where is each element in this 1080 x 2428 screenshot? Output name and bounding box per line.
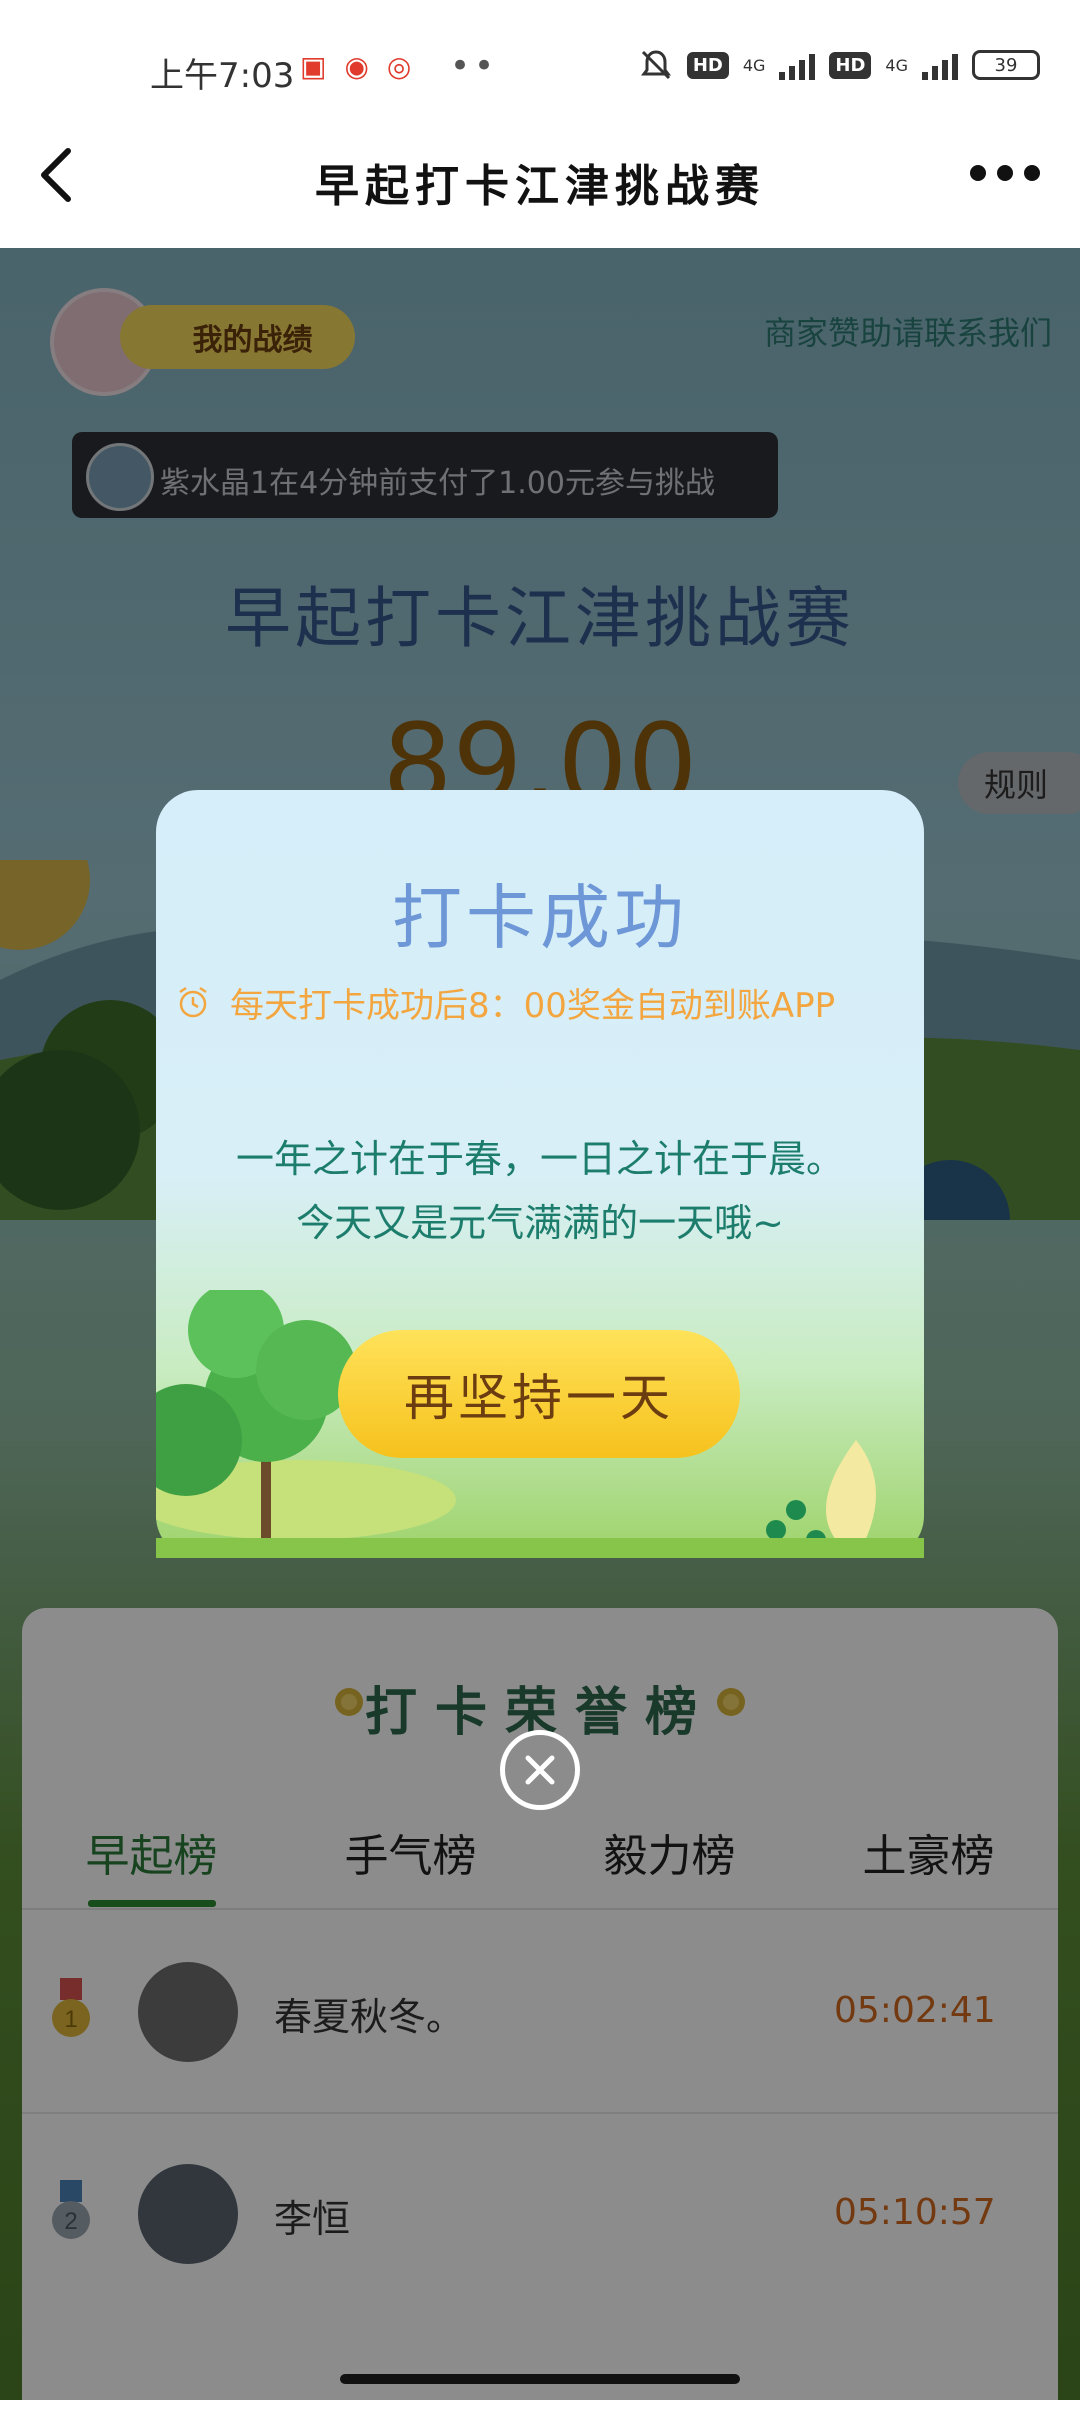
notification-icons: ▣ ◉ ◎ bbox=[300, 50, 411, 83]
hd-badge-2: HD bbox=[829, 51, 872, 79]
signal-icon-2 bbox=[922, 50, 958, 80]
status-time: 上午7:03 bbox=[150, 56, 295, 96]
alarm-clock-icon bbox=[179, 986, 207, 1018]
quote-line-1: 一年之计在于春，一日之计在于晨。 bbox=[235, 1137, 844, 1181]
status-right-icons: HD 4G HD 4G 39 bbox=[639, 48, 1040, 82]
more-horizontal-icon[interactable] bbox=[970, 158, 1040, 188]
app-notification-icon: ◉ bbox=[344, 50, 369, 83]
hd-badge-1: HD bbox=[686, 51, 729, 79]
payout-tip: 每天打卡成功后8：00奖金自动到账APP bbox=[230, 986, 836, 1026]
keep-going-button[interactable]: 再坚持一天 bbox=[338, 1330, 740, 1458]
app-notification-icon: ◎ bbox=[386, 50, 412, 83]
close-x-glyph bbox=[525, 1755, 555, 1785]
home-indicator[interactable] bbox=[340, 2374, 740, 2384]
battery-icon: 39 bbox=[972, 50, 1040, 80]
battery-level: 39 bbox=[994, 54, 1018, 76]
mute-bell-icon bbox=[640, 50, 671, 80]
app-notification-icon: ▣ bbox=[300, 50, 327, 83]
more-notifications-icon: •• bbox=[450, 46, 499, 86]
close-icon[interactable] bbox=[500, 1730, 580, 1810]
page-title: 早起打卡江津挑战赛 bbox=[315, 161, 765, 212]
modal-title: 打卡成功 bbox=[392, 877, 688, 959]
quote-line-2: 今天又是元气满满的一天哦~ bbox=[296, 1201, 784, 1245]
network-type-2: 4G bbox=[885, 55, 908, 75]
network-type-1: 4G bbox=[742, 55, 766, 75]
signal-icon-1 bbox=[779, 50, 816, 80]
